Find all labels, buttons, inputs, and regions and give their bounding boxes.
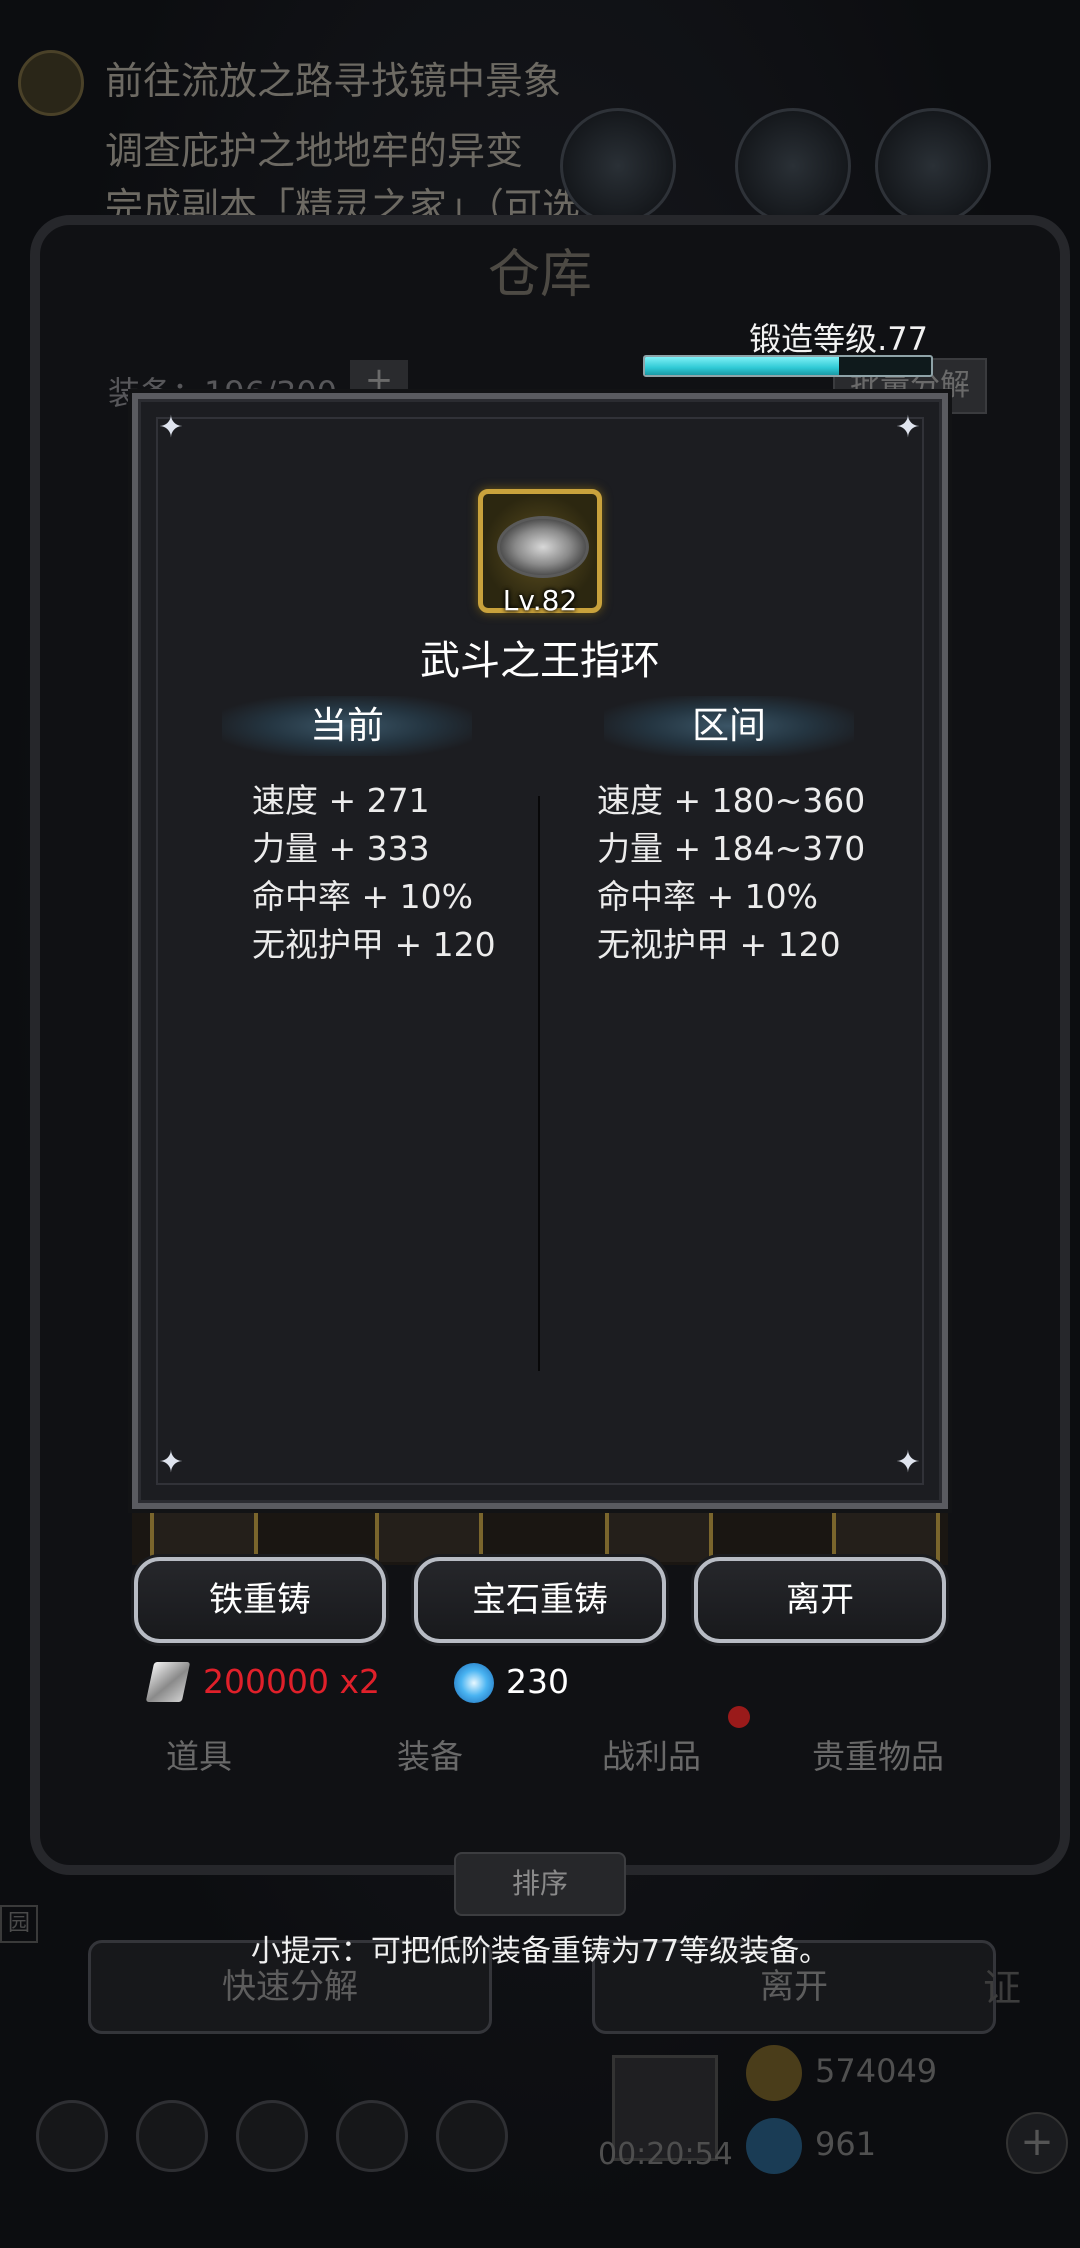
- gem-cost: 230: [506, 1662, 569, 1701]
- sparkle-icon: ✦: [158, 410, 184, 445]
- range-header: 区间: [604, 696, 854, 756]
- gem-count: 961: [815, 2125, 877, 2163]
- tip-text: 小提示：可把低阶装备重铸为77等级装备。: [250, 1934, 830, 1969]
- ring-icon: [497, 516, 589, 578]
- menu-icon: [236, 2100, 308, 2172]
- column-divider: [538, 796, 540, 1371]
- current-stat: 无视护甲 + 120: [252, 925, 496, 964]
- coin-count: 574049: [815, 2052, 938, 2090]
- range-stat: 无视护甲 + 120: [597, 925, 841, 964]
- current-stat: 力量 + 333: [252, 829, 430, 868]
- add-icon: +: [1006, 2112, 1068, 2174]
- quest-line: 前往流放之路寻找镜中景象: [105, 59, 562, 103]
- gem-icon: [746, 2118, 802, 2174]
- tab-valuables: 贵重物品: [812, 1737, 944, 1776]
- menu-icon: [136, 2100, 208, 2172]
- current-header: 当前: [222, 696, 472, 756]
- tab-equipment: 装备: [397, 1737, 463, 1776]
- sparkle-icon: ✦: [895, 1445, 921, 1480]
- warehouse-title: 仓库: [487, 245, 592, 305]
- gem-icon: [454, 1663, 494, 1703]
- menu-orb-icon: [735, 108, 851, 224]
- menu-orb-icon: [875, 108, 991, 224]
- range-stat: 命中率 + 10%: [597, 877, 818, 916]
- current-stat: 命中率 + 10%: [252, 877, 473, 916]
- tab-items: 道具: [166, 1737, 232, 1776]
- item-level: Lv.82: [502, 584, 578, 617]
- notification-dot: [728, 1706, 750, 1728]
- current-stat: 速度 + 271: [252, 781, 430, 820]
- gem-reforge-button[interactable]: 宝石重铸: [414, 1557, 666, 1643]
- sparkle-icon: ✦: [158, 1445, 184, 1480]
- quest-line: 调查庇护之地地牢的异变: [105, 129, 524, 173]
- sparkle-icon: ✦: [895, 410, 921, 445]
- leave-button[interactable]: 离开: [694, 1557, 946, 1643]
- range-stat: 力量 + 184~370: [597, 829, 866, 868]
- timer: 00:20:54: [598, 2137, 733, 2172]
- forge-level-label: 锻造等级.77: [749, 320, 928, 358]
- quest-icon: [18, 50, 84, 116]
- menu-icon: [436, 2100, 508, 2172]
- inventory-slot: [375, 1500, 483, 1562]
- forge-progress-fill: [645, 357, 840, 375]
- forge-progress-bar: [643, 355, 933, 377]
- silver-cost: 200000 x2: [203, 1662, 380, 1701]
- inventory-slot: [150, 1500, 258, 1562]
- menu-icon: [336, 2100, 408, 2172]
- iron-reforge-button[interactable]: 铁重铸: [134, 1557, 386, 1643]
- sort-button: 排序: [454, 1852, 626, 1916]
- inventory-slot: [832, 1500, 940, 1562]
- menu-orb-icon: [560, 108, 676, 224]
- warehouse-tabs: 道具 装备 战利品 贵重物品: [90, 1730, 990, 1800]
- tab-loot: 战利品: [602, 1737, 701, 1776]
- range-stat: 速度 + 180~360: [597, 781, 866, 820]
- inventory-slot: [605, 1500, 713, 1562]
- item-name: 武斗之王指环: [420, 638, 660, 684]
- coin-icon: [746, 2045, 802, 2101]
- menu-icon: [36, 2100, 108, 2172]
